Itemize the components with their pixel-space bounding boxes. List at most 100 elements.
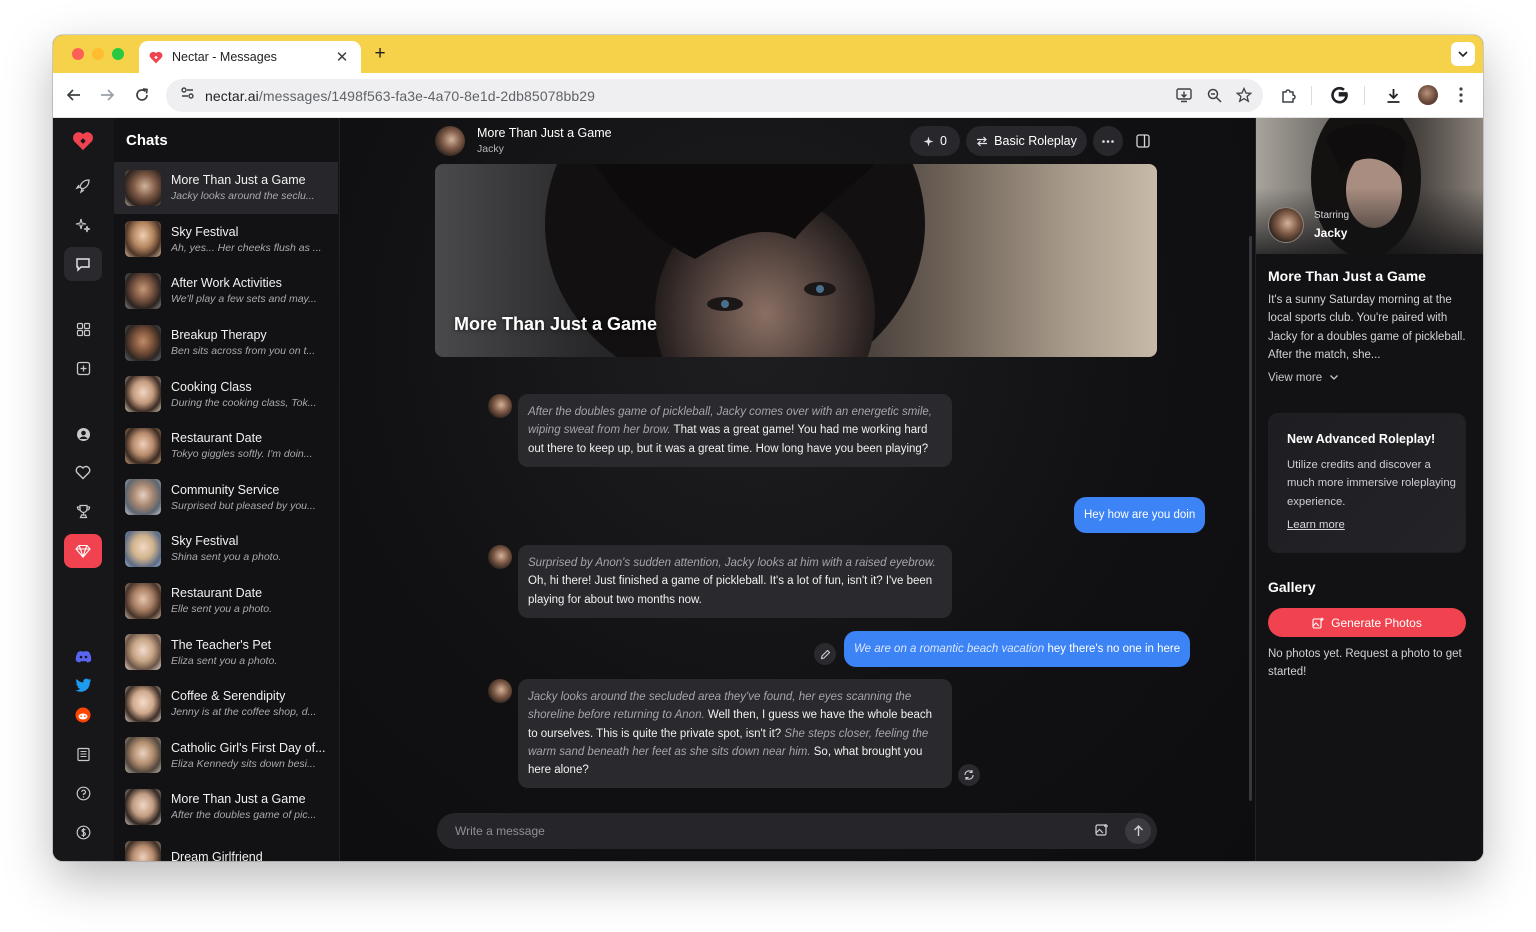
sparkle-icon[interactable] <box>64 208 102 242</box>
chat-preview: Eliza sent you a photo. <box>171 654 278 667</box>
chat-preview: We'll play a few sets and may... <box>171 293 317 306</box>
forward-icon[interactable] <box>95 83 119 107</box>
chat-name: After Work Activities <box>171 276 282 291</box>
chat-item[interactable]: Dream Girlfriend <box>114 833 338 861</box>
conversation-panel: More Than Just a Game Jacky 0 Basic Role… <box>341 118 1255 861</box>
chat-preview: Tokyo giggles softly. I'm doin... <box>171 448 313 461</box>
message-composer[interactable]: Write a message <box>437 813 1157 849</box>
chat-item[interactable]: Cooking Class During the cooking class, T… <box>114 368 338 420</box>
plus-square-icon[interactable] <box>64 351 102 385</box>
conversation-scrollbar[interactable] <box>1249 236 1252 801</box>
more-options-button[interactable] <box>1093 126 1123 156</box>
avatar <box>125 840 161 861</box>
chat-name: More Than Just a Game <box>171 173 306 188</box>
help-icon[interactable] <box>64 776 102 810</box>
chat-item[interactable]: After Work Activities We'll play a few se… <box>114 265 338 317</box>
chat-item[interactable]: Coffee & Serendipity Jenny is at the coff… <box>114 678 338 730</box>
reddit-icon[interactable] <box>64 698 102 732</box>
send-button[interactable] <box>1125 818 1151 844</box>
back-icon[interactable] <box>62 83 86 107</box>
tab-close-icon[interactable]: ✕ <box>333 48 351 66</box>
google-icon[interactable] <box>1328 83 1352 107</box>
toggle-sidebar-button[interactable] <box>1129 126 1157 156</box>
address-bar[interactable]: nectar.ai/messages/1498f563-fa3e-4a70-8e… <box>166 79 1263 112</box>
avatar[interactable] <box>1268 207 1304 243</box>
heart-logo-icon[interactable] <box>64 124 102 158</box>
chat-item[interactable]: Community Service Surprised but pleased b… <box>114 472 338 524</box>
chat-icon[interactable] <box>64 247 102 281</box>
scenario-description: It's a sunny Saturday morning at the loc… <box>1268 294 1466 361</box>
chat-preview: After the doubles game of pic... <box>171 809 317 822</box>
banner-title: More Than Just a Game <box>454 314 658 334</box>
bookmark-star-icon[interactable] <box>1233 84 1255 106</box>
mode-button[interactable]: Basic Roleplay <box>966 126 1087 156</box>
avatar <box>125 221 161 258</box>
browser-tab[interactable]: Nectar - Messages ✕ <box>139 41 361 73</box>
trophy-icon[interactable] <box>64 494 102 528</box>
chevron-down-icon <box>1458 51 1468 58</box>
maximize-window-button[interactable] <box>112 48 124 60</box>
tab-search-button[interactable] <box>1451 42 1475 66</box>
character-hero-image: Starring Jacky <box>1256 118 1483 254</box>
chat-preview: Jacky looks around the seclu... <box>171 190 315 203</box>
close-window-button[interactable] <box>72 48 84 60</box>
twitter-icon[interactable] <box>64 668 102 702</box>
chat-item[interactable]: The Teacher's Pet Eliza sent you a photo. <box>114 626 338 678</box>
bot-message: Jacky looks around the secluded area the… <box>518 679 952 789</box>
starring-name: Jacky <box>1314 226 1348 240</box>
gem-icon[interactable] <box>64 534 102 568</box>
arrow-up-icon <box>1133 825 1143 836</box>
chat-list: More Than Just a Game Jacky looks around … <box>114 162 338 861</box>
minimize-window-button[interactable] <box>92 48 104 60</box>
user-icon[interactable] <box>64 417 102 451</box>
learn-more-link[interactable]: Learn more <box>1287 519 1345 531</box>
avatar <box>125 427 161 464</box>
chat-item[interactable]: Sky Festival Ah, yes... Her cheeks flush … <box>114 214 338 266</box>
chat-name: Sky Festival <box>171 224 239 239</box>
image-plus-icon <box>1312 617 1324 629</box>
chat-item[interactable]: More Than Just a Game Jacky looks around … <box>114 162 338 214</box>
grid-icon[interactable] <box>64 312 102 346</box>
site-settings-icon[interactable] <box>180 86 195 105</box>
zoom-icon[interactable] <box>1203 84 1225 106</box>
avatar <box>125 376 161 413</box>
image-attach-icon[interactable] <box>1095 823 1111 839</box>
message-input[interactable]: Write a message <box>455 824 545 838</box>
rocket-icon[interactable] <box>64 169 102 203</box>
new-tab-button[interactable]: + <box>369 43 391 65</box>
avatar <box>488 394 512 418</box>
chat-item[interactable]: Sky Festival Shina sent you a photo. <box>114 523 338 575</box>
gallery-empty-text: No photos yet. Request a photo to get st… <box>1268 648 1462 679</box>
download-icon[interactable] <box>1381 83 1405 107</box>
chat-item[interactable]: Restaurant Date Tokyo giggles softly. I'm… <box>114 420 338 472</box>
swap-icon <box>977 136 988 146</box>
sidebar-panel-icon <box>1136 134 1150 148</box>
install-app-icon[interactable] <box>1173 84 1195 106</box>
reload-icon[interactable] <box>130 83 154 107</box>
chrome-menu-icon[interactable] <box>1449 83 1473 107</box>
chat-item[interactable]: More Than Just a Game After the doubles g… <box>114 781 338 833</box>
gallery-heading: Gallery <box>1268 579 1316 595</box>
bot-message: Surprised by Anon's sudden attention, Ja… <box>518 545 952 618</box>
refresh-icon <box>964 770 974 780</box>
chevron-down-icon <box>1330 375 1339 380</box>
avatar <box>125 685 161 722</box>
regenerate-button[interactable] <box>958 764 980 786</box>
extensions-icon[interactable] <box>1276 83 1300 107</box>
avatar <box>125 169 161 206</box>
chat-item[interactable]: Catholic Girl's First Day of... Eliza Ken… <box>114 730 338 782</box>
newspaper-icon[interactable] <box>64 737 102 771</box>
chat-item[interactable]: Restaurant Date Elle sent you a photo. <box>114 575 338 627</box>
view-more-button[interactable]: View more <box>1268 372 1339 384</box>
chats-panel: Chats More Than Just a Game Jacky looks a… <box>114 118 340 861</box>
avatar <box>125 530 161 567</box>
likes-button[interactable]: 0 <box>910 126 960 156</box>
chat-item[interactable]: Breakup Therapy Ben sits across from you … <box>114 317 338 369</box>
chat-preview: Elle sent you a photo. <box>171 603 272 616</box>
avatar[interactable] <box>435 126 465 156</box>
profile-avatar[interactable] <box>1416 83 1440 107</box>
heart-icon[interactable] <box>64 455 102 489</box>
dollar-icon[interactable] <box>64 815 102 849</box>
edit-message-button[interactable] <box>814 643 836 665</box>
generate-photos-button[interactable]: Generate Photos <box>1268 608 1466 637</box>
